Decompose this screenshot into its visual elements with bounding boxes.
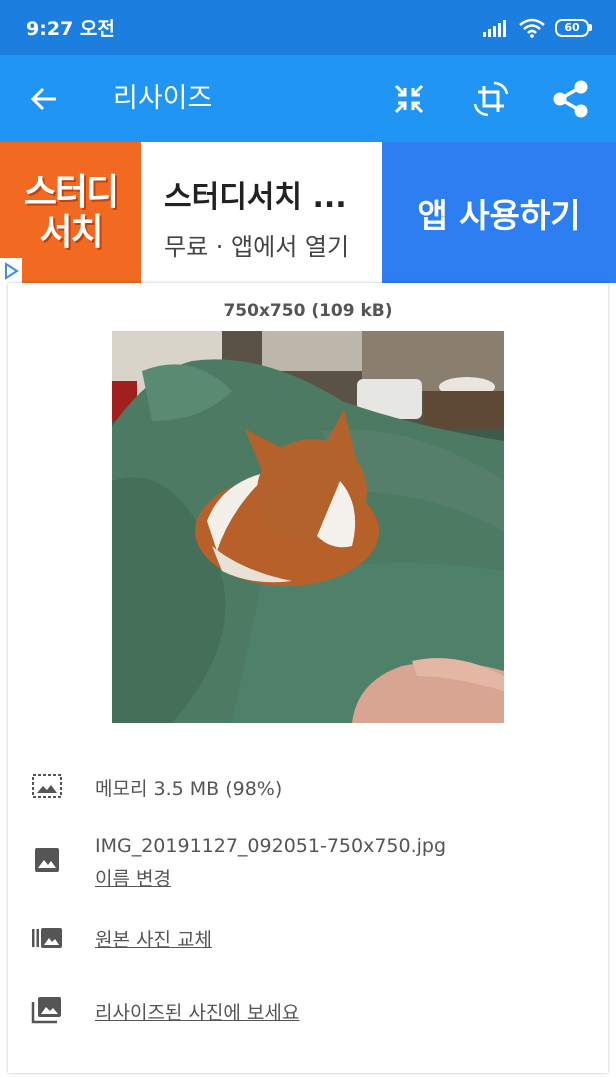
status-time: 9:27 오전 — [26, 18, 115, 40]
view-resized-link[interactable]: 리사이즈된 사진에 보세요 — [95, 998, 299, 1025]
arrow-left-icon — [30, 87, 56, 111]
filename-text: IMG_20191127_092051-750x750.jpg — [95, 835, 447, 857]
memory-icon — [31, 772, 63, 800]
image-preview[interactable] — [112, 331, 504, 723]
share-button[interactable] — [549, 77, 593, 121]
memory-row: 메모리 3.5 MB (98%) — [0, 772, 616, 800]
back-button[interactable] — [26, 79, 62, 119]
image-icon — [31, 846, 63, 874]
gallery-icon — [31, 996, 63, 1024]
replace-row[interactable]: 원본 사진 교체 — [0, 924, 616, 952]
ad-choices-icon[interactable] — [0, 258, 22, 283]
share-icon — [553, 80, 588, 118]
ad-title[interactable]: 스터디서치 ... — [164, 172, 376, 216]
rotate-button[interactable] — [469, 77, 513, 121]
memory-text: 메모리 3.5 MB (98%) — [95, 778, 283, 800]
compress-icon — [394, 84, 424, 114]
rotate-icon — [473, 81, 509, 117]
battery-level: 60 — [564, 21, 580, 34]
rename-link[interactable]: 이름 변경 — [95, 864, 171, 891]
view-row[interactable]: 리사이즈된 사진에 보세요 — [0, 996, 616, 1026]
replace-photo-icon — [31, 924, 63, 952]
signal-icon — [483, 19, 506, 37]
file-row: IMG_20191127_092051-750x750.jpg 이름 변경 — [0, 833, 616, 893]
app-bar: 리사이즈 — [0, 55, 616, 142]
page-title: 리사이즈 — [113, 83, 213, 114]
image-dimensions: 750x750 (109 kB) — [223, 301, 393, 321]
ad-logo-line1: 스터디 — [23, 171, 119, 213]
ad-logo-line2: 서치 — [39, 211, 103, 253]
status-icons: 60 — [483, 18, 592, 38]
status-bar: 9:27 오전 60 — [0, 0, 616, 55]
wifi-icon — [519, 18, 545, 38]
ad-subtitle: 무료 · 앱에서 열기 — [164, 233, 350, 261]
ad-cta-button[interactable]: 앱 사용하기 — [382, 142, 616, 283]
battery-icon: 60 — [555, 18, 592, 37]
compress-button[interactable] — [387, 77, 431, 121]
replace-link[interactable]: 원본 사진 교체 — [95, 925, 212, 952]
